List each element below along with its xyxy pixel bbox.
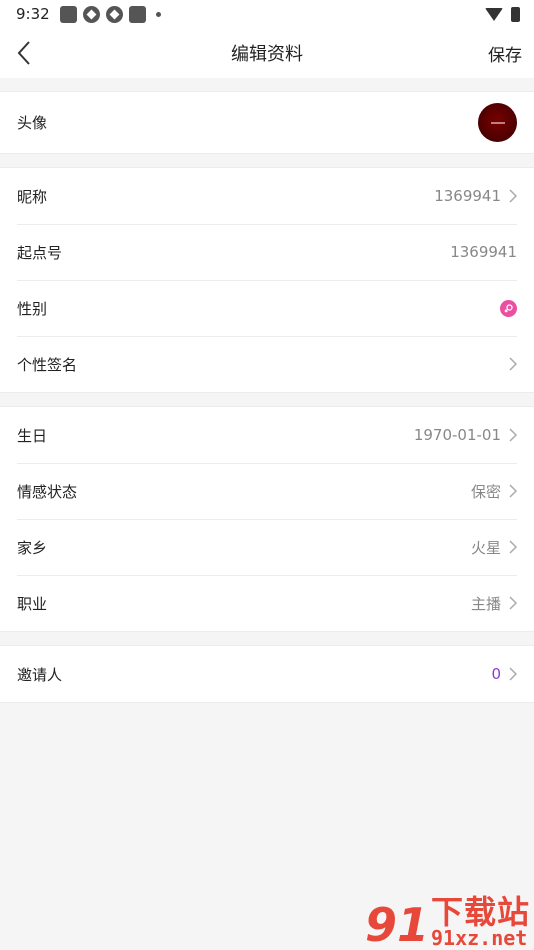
battery-icon xyxy=(511,6,520,22)
watermark-logo: 91 下载站 91xz.net xyxy=(365,896,530,948)
chevron-right-icon xyxy=(509,484,517,498)
status-bar: 9:32 xyxy=(0,0,534,28)
notification-icons xyxy=(59,5,161,23)
chevron-right-icon xyxy=(509,540,517,554)
signature-row[interactable]: 个性签名 xyxy=(0,336,534,392)
gender-row[interactable]: 性别 xyxy=(0,280,534,336)
chevron-right-icon xyxy=(509,596,517,610)
notification-sync-icon xyxy=(82,5,100,23)
birthday-value: 1970-01-01 xyxy=(413,426,501,444)
hometown-row[interactable]: 家乡 火星 xyxy=(0,519,534,575)
occupation-row[interactable]: 职业 主播 xyxy=(0,575,534,631)
chevron-right-icon xyxy=(509,667,517,681)
relationship-row[interactable]: 情感状态 保密 xyxy=(0,463,534,519)
row-label: 生日 xyxy=(17,426,48,445)
row-label: 邀请人 xyxy=(17,665,63,684)
nickname-row[interactable]: 昵称 1369941 xyxy=(0,168,534,224)
chevron-right-icon xyxy=(509,357,517,371)
birthday-row[interactable]: 生日 1970-01-01 xyxy=(0,407,534,463)
row-label: 家乡 xyxy=(17,538,48,557)
page-title: 编辑资料 xyxy=(231,44,303,65)
wifi-icon xyxy=(485,7,503,21)
row-label: 起点号 xyxy=(17,243,63,262)
female-gender-icon xyxy=(500,299,517,317)
watermark-logo-number: 91 xyxy=(364,898,429,950)
chevron-right-icon xyxy=(509,189,517,203)
save-button[interactable]: 保存 xyxy=(488,41,534,66)
avatar[interactable] xyxy=(478,103,517,142)
system-icons xyxy=(485,6,520,22)
notification-app-icon xyxy=(128,5,146,23)
qidian-id-value: 1369941 xyxy=(450,243,517,261)
more-notifications-dot-icon xyxy=(155,11,161,17)
inviter-count: 0 xyxy=(491,665,501,683)
personal-info-group: 生日 1970-01-01 情感状态 保密 家乡 火星 职业 主播 xyxy=(0,406,534,632)
occupation-value: 主播 xyxy=(470,594,501,613)
notification-sync-icon xyxy=(105,5,123,23)
chevron-right-icon xyxy=(509,428,517,442)
hometown-value: 火星 xyxy=(470,538,501,557)
row-label: 性别 xyxy=(17,299,48,318)
qidian-id-row: 起点号 1369941 xyxy=(0,224,534,280)
basic-info-group: 昵称 1369941 起点号 1369941 性别 个性签名 xyxy=(0,167,534,393)
navigation-bar: 编辑资料 保存 xyxy=(0,28,534,78)
row-label: 个性签名 xyxy=(17,355,78,374)
chevron-left-icon xyxy=(17,41,30,65)
row-label: 头像 xyxy=(17,114,48,132)
nickname-value: 1369941 xyxy=(434,187,501,205)
status-time: 9:32 xyxy=(16,5,50,23)
row-label: 昵称 xyxy=(17,187,48,206)
row-label: 情感状态 xyxy=(17,482,78,501)
inviter-group: 邀请人 0 xyxy=(0,645,534,703)
back-button[interactable] xyxy=(0,28,48,78)
row-label: 职业 xyxy=(17,594,48,613)
watermark-site-name: 下载站 xyxy=(430,893,530,931)
avatar-row[interactable]: 头像 xyxy=(0,92,534,153)
notification-app-icon xyxy=(59,5,77,23)
avatar-group: 头像 xyxy=(0,91,534,154)
relationship-value: 保密 xyxy=(470,482,501,501)
watermark-url: 91xz.net xyxy=(430,926,528,950)
inviter-row[interactable]: 邀请人 0 xyxy=(0,646,534,702)
